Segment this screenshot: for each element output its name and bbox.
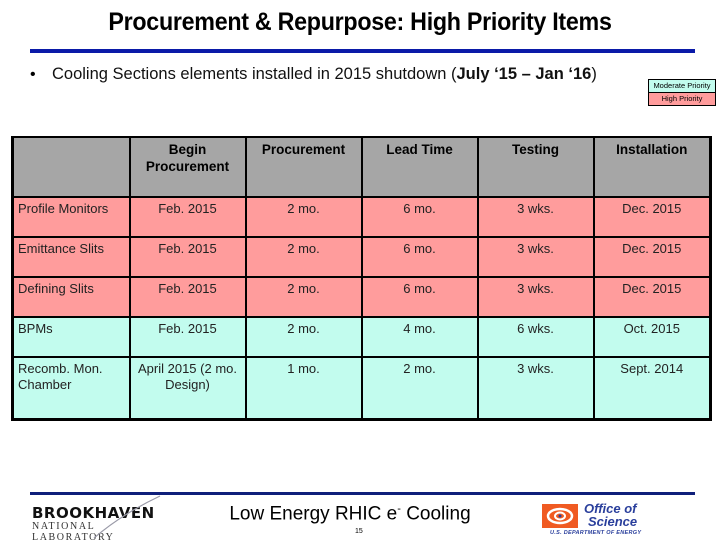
swoosh-icon xyxy=(93,495,161,539)
cell-procurement: 2 mo. xyxy=(244,196,363,238)
header-lead-time: Lead Time xyxy=(360,136,479,198)
cell-testing: 6 wks. xyxy=(476,316,595,358)
legend-high: High Priority xyxy=(649,93,715,105)
table-header-row: Begin Procurement Procurement Lead Time … xyxy=(11,136,712,198)
footer-title-end: Cooling xyxy=(400,503,471,525)
bullet-marker: • xyxy=(30,66,36,83)
header-testing: Testing xyxy=(476,136,595,198)
cell-installation: Dec. 2015 xyxy=(592,276,712,318)
header-procurement: Procurement xyxy=(244,136,363,198)
legend-moderate: Moderate Priority xyxy=(649,80,715,93)
cell-item: Recomb. Mon. Chamber xyxy=(11,356,131,421)
cell-procurement: 2 mo. xyxy=(244,316,363,358)
cell-procurement: 2 mo. xyxy=(244,276,363,318)
office-of-science-text: Office of Science xyxy=(584,502,637,528)
cell-installation: Dec. 2015 xyxy=(592,236,712,278)
cell-item: BPMs xyxy=(11,316,131,358)
header-installation: Installation xyxy=(592,136,712,198)
cell-installation: Dec. 2015 xyxy=(592,196,712,238)
doe-swirl-icon xyxy=(542,504,578,528)
cell-testing: 3 wks. xyxy=(476,236,595,278)
priority-legend: Moderate Priority High Priority xyxy=(648,79,716,106)
office-line-2: Science xyxy=(588,514,638,529)
bullet-text-close: ) xyxy=(591,65,597,83)
cell-testing: 3 wks. xyxy=(476,356,595,421)
cell-item: Profile Monitors xyxy=(11,196,131,238)
cell-installation: Sept. 2014 xyxy=(592,356,712,421)
bullet-text-plain: Cooling Sections elements installed in 2… xyxy=(52,65,457,83)
cell-installation: Oct. 2015 xyxy=(592,316,712,358)
header-item xyxy=(11,136,131,198)
table-row: Emittance Slits Feb. 2015 2 mo. 6 mo. 3 … xyxy=(11,236,712,278)
bullet-text: Cooling Sections elements installed in 2… xyxy=(52,65,597,84)
cell-item: Defining Slits xyxy=(11,276,131,318)
cell-begin-procurement: Feb. 2015 xyxy=(128,316,247,358)
table-row: Profile Monitors Feb. 2015 2 mo. 6 mo. 3… xyxy=(11,196,712,238)
header-begin-procurement: Begin Procurement xyxy=(128,136,247,198)
cell-lead-time: 6 mo. xyxy=(360,196,479,238)
cell-lead-time: 6 mo. xyxy=(360,236,479,278)
cell-lead-time: 4 mo. xyxy=(360,316,479,358)
page-number: 15 xyxy=(355,528,363,535)
cell-begin-procurement: April 2015 (2 mo. Design) xyxy=(128,356,247,421)
cell-testing: 3 wks. xyxy=(476,196,595,238)
footer-title-main: Low Energy RHIC e xyxy=(229,503,398,525)
doe-text: U.S. DEPARTMENT OF ENERGY xyxy=(550,530,642,536)
office-of-science-logo: Office of Science U.S. DEPARTMENT OF ENE… xyxy=(540,502,660,538)
bullet-text-dates: July ‘15 – Jan ‘16 xyxy=(456,65,592,83)
slide-title: Procurement & Repurpose: High Priority I… xyxy=(108,8,612,36)
table-row: Recomb. Mon. Chamber April 2015 (2 mo. D… xyxy=(11,356,712,421)
table-row: Defining Slits Feb. 2015 2 mo. 6 mo. 3 w… xyxy=(11,276,712,318)
cell-begin-procurement: Feb. 2015 xyxy=(128,196,247,238)
cell-procurement: 1 mo. xyxy=(244,356,363,421)
cell-lead-time: 2 mo. xyxy=(360,356,479,421)
cell-begin-procurement: Feb. 2015 xyxy=(128,236,247,278)
footer-title: Low Energy RHIC e- Cooling xyxy=(200,503,500,525)
schedule-table: Begin Procurement Procurement Lead Time … xyxy=(11,136,712,421)
cell-item: Emittance Slits xyxy=(11,236,131,278)
cell-begin-procurement: Feb. 2015 xyxy=(128,276,247,318)
brookhaven-logo: BROOKHAVEN NATIONAL LABORATORY xyxy=(32,495,172,543)
table-row: BPMs Feb. 2015 2 mo. 4 mo. 6 wks. Oct. 2… xyxy=(11,316,712,358)
title-divider xyxy=(30,49,695,53)
cell-lead-time: 6 mo. xyxy=(360,276,479,318)
cell-procurement: 2 mo. xyxy=(244,236,363,278)
cell-testing: 3 wks. xyxy=(476,276,595,318)
